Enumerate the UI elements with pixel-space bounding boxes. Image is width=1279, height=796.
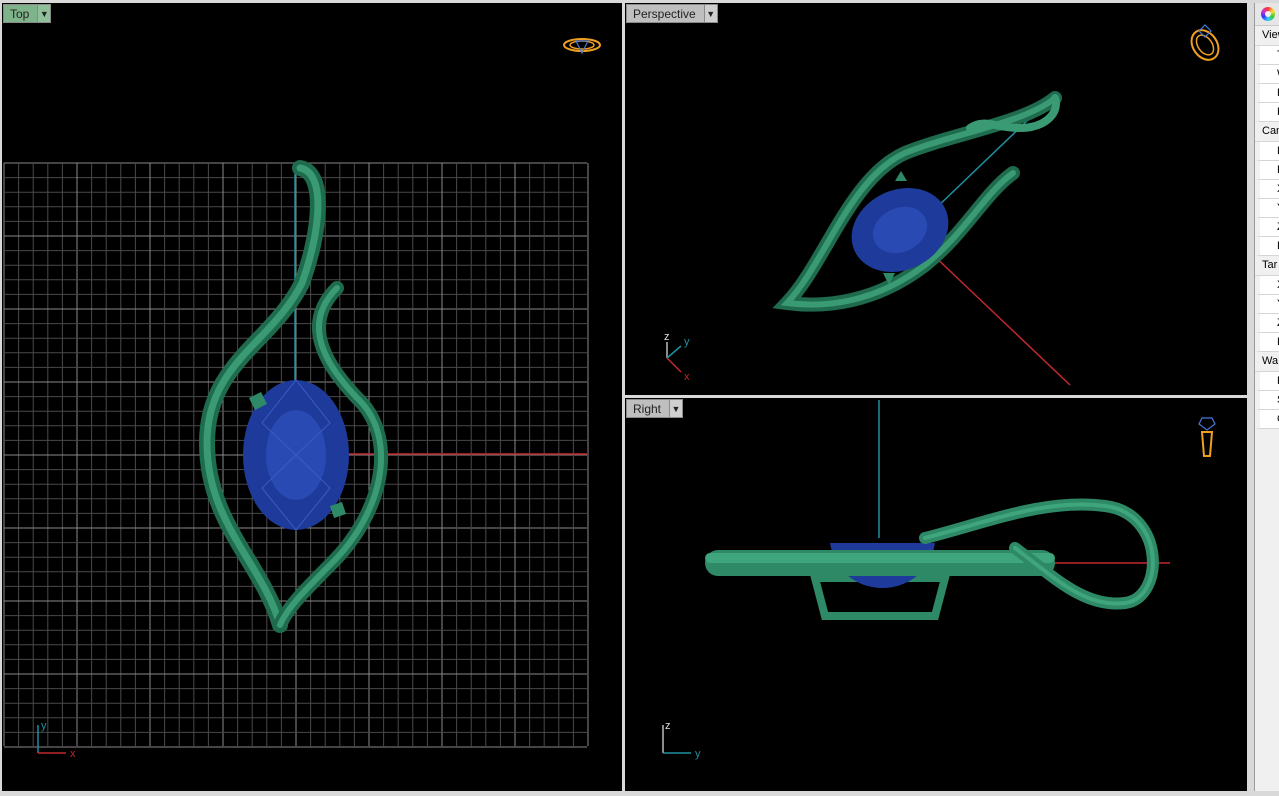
- pendant-model[interactable]: [772, 91, 1062, 312]
- properties-row[interactable]: W: [1255, 65, 1279, 84]
- world-axes-icon: z y x: [664, 331, 690, 383]
- properties-row[interactable]: R: [1255, 161, 1279, 180]
- axis-label-z: z: [664, 331, 670, 343]
- properties-row[interactable]: X: [1255, 276, 1279, 295]
- axis-label-y: y: [41, 720, 47, 732]
- properties-row[interactable]: X: [1255, 180, 1279, 199]
- properties-row[interactable]: Y: [1255, 199, 1279, 218]
- properties-row[interactable]: T: [1255, 46, 1279, 65]
- properties-panel[interactable]: ViewTWHPCamLeRXYZLeTarXYZLeWaFiSG: [1254, 3, 1279, 791]
- viewport-tab-label: Perspective: [633, 6, 696, 21]
- viewport-tab-top[interactable]: Top ▼: [3, 4, 52, 23]
- properties-row[interactable]: S: [1255, 391, 1279, 410]
- top-viewport[interactable]: y x Top ▼: [2, 3, 622, 791]
- pendant-model[interactable]: [705, 498, 1159, 620]
- properties-row[interactable]: Le: [1255, 142, 1279, 161]
- properties-row[interactable]: Le: [1255, 237, 1279, 256]
- properties-row[interactable]: Z: [1255, 218, 1279, 237]
- chevron-down-icon[interactable]: ▼: [703, 5, 717, 22]
- properties-row[interactable]: Y: [1255, 295, 1279, 314]
- properties-row[interactable]: Z: [1255, 314, 1279, 333]
- color-wheel-icon[interactable]: [1261, 7, 1275, 21]
- axis-label-y: y: [684, 336, 690, 348]
- view-orientation-widget[interactable]: [1198, 417, 1216, 457]
- properties-row[interactable]: G: [1255, 410, 1279, 429]
- properties-toolbar: [1255, 3, 1279, 26]
- viewport-tab-right[interactable]: Right ▼: [626, 399, 684, 418]
- viewport-tab-label: Top: [10, 6, 30, 21]
- properties-list: ViewTWHPCamLeRXYZLeTarXYZLeWaFiSG: [1255, 26, 1279, 429]
- perspective-viewport-scene[interactable]: z y x: [625, 3, 1247, 395]
- view-orientation-widget[interactable]: [1186, 24, 1224, 65]
- axis-label-x: x: [684, 371, 690, 383]
- axis-label-x: x: [70, 748, 76, 760]
- top-viewport-scene[interactable]: y x: [2, 3, 622, 791]
- properties-row[interactable]: H: [1255, 84, 1279, 103]
- properties-row[interactable]: P: [1255, 103, 1279, 122]
- properties-row[interactable]: Fi: [1255, 372, 1279, 391]
- world-axes-icon: y x: [37, 720, 76, 760]
- chevron-down-icon[interactable]: ▼: [669, 400, 683, 417]
- properties-section-header[interactable]: Wa: [1255, 352, 1279, 372]
- axis-label-z: z: [665, 720, 671, 732]
- viewport-tab-perspective[interactable]: Perspective ▼: [626, 4, 718, 23]
- axis-label-y: y: [695, 748, 701, 760]
- perspective-viewport[interactable]: z y x Perspective ▼: [625, 3, 1247, 395]
- properties-section-header[interactable]: Tar: [1255, 256, 1279, 276]
- world-axes-icon: z y: [662, 720, 701, 760]
- view-orientation-widget[interactable]: [563, 38, 601, 55]
- properties-section-header[interactable]: Cam: [1255, 122, 1279, 142]
- viewport-tab-label: Right: [633, 401, 662, 416]
- right-viewport-scene[interactable]: z y: [625, 398, 1247, 791]
- chevron-down-icon[interactable]: ▼: [37, 5, 51, 22]
- properties-section-header[interactable]: View: [1255, 26, 1279, 46]
- properties-row[interactable]: Le: [1255, 333, 1279, 352]
- right-viewport[interactable]: z y Right ▼: [625, 398, 1247, 791]
